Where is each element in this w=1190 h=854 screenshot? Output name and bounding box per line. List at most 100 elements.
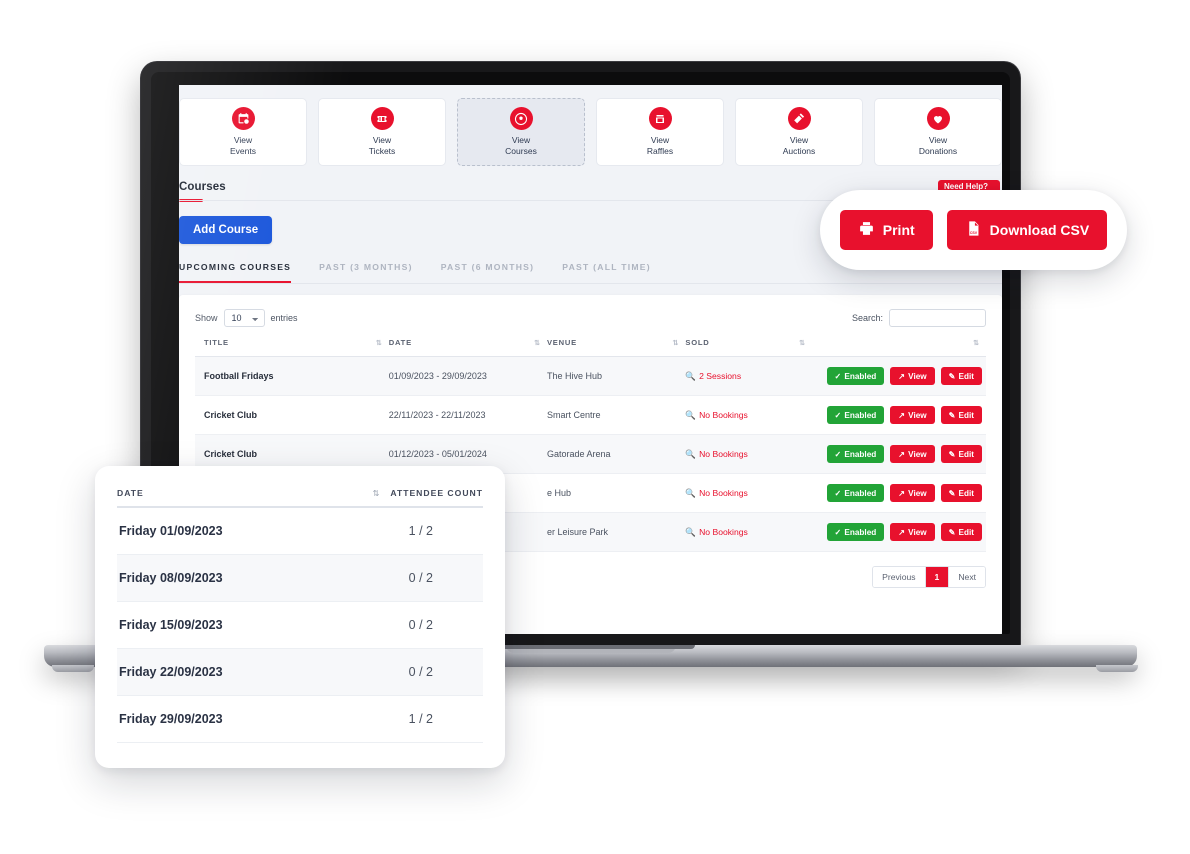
pagination-previous[interactable]: Previous (873, 567, 926, 587)
sort-icon-actions[interactable]: ⇅ (973, 339, 979, 347)
cell-date: 01/09/2023 - 29/09/2023 (388, 356, 547, 396)
view-button[interactable]: ↗ View (890, 523, 935, 541)
session-attendee-count: 0 / 2 (408, 618, 433, 632)
status-enabled-button[interactable]: ✓ Enabled (826, 484, 885, 502)
search-icon: 🔍 (685, 448, 697, 459)
tab-past-3-months[interactable]: PAST (3 MONTHS) (319, 262, 413, 283)
row-actions: ✓ Enabled ↗ View ✎ Edit (812, 367, 986, 385)
laptop-foot-right (1096, 665, 1138, 672)
sort-icon-attendee-count[interactable]: ⇅ (373, 489, 380, 498)
csv-file-icon: CSV (965, 220, 982, 240)
status-enabled-button[interactable]: ✓ Enabled (826, 445, 885, 463)
row-actions: ✓ Enabled ↗ View ✎ Edit (812, 445, 986, 463)
view-label: View (908, 371, 927, 381)
session-row[interactable]: Friday 01/09/2023 1 / 2 (117, 508, 483, 555)
check-circle-icon: ✓ (834, 372, 842, 381)
quicknav-line2: Events (230, 146, 256, 156)
edit-label: Edit (958, 449, 974, 459)
tab-past-all-time[interactable]: PAST (ALL TIME) (562, 262, 651, 283)
table-head: TITLE ⇅ DATE ⇅ VENUE ⇅ SOLD ⇅ ⇅ (195, 338, 986, 357)
search-input[interactable] (889, 309, 986, 327)
check-circle-icon: ✓ (834, 528, 842, 537)
add-course-button[interactable]: Add Course (179, 216, 273, 244)
show-label: Show (195, 313, 218, 323)
session-row[interactable]: Friday 22/09/2023 0 / 2 (117, 649, 483, 696)
session-row[interactable]: Friday 15/09/2023 0 / 2 (117, 602, 483, 649)
quicknav-line2: Courses (505, 146, 537, 156)
quicknav-card-courses[interactable]: View Courses (457, 98, 585, 166)
sold-label: 2 Sessions (699, 371, 742, 381)
pagination-page-1[interactable]: 1 (925, 567, 950, 587)
status-enabled-button[interactable]: ✓ Enabled (826, 367, 885, 385)
sessions-header: DATE ⇅ ATTENDEE COUNT (117, 466, 483, 508)
sort-icon-date[interactable]: ⇅ (534, 339, 540, 347)
session-row[interactable]: Friday 08/09/2023 0 / 2 (117, 555, 483, 602)
print-button[interactable]: Print (839, 210, 933, 250)
svg-text:CSV: CSV (970, 231, 978, 235)
sold-link[interactable]: 🔍 No Bookings (685, 449, 747, 460)
sold-link[interactable]: 🔍 No Bookings (685, 527, 747, 538)
cell-actions: ✓ Enabled ↗ View ✎ Edit (811, 356, 986, 396)
sold-link[interactable]: 🔍 2 Sessions (685, 371, 741, 382)
table-row[interactable]: Cricket Club 22/11/2023 - 22/11/2023 Sma… (195, 395, 986, 435)
row-actions: ✓ Enabled ↗ View ✎ Edit (812, 484, 986, 502)
search-control: Search: (852, 309, 986, 327)
edit-button[interactable]: ✎ Edit (940, 406, 982, 424)
edit-button[interactable]: ✎ Edit (940, 484, 982, 502)
view-button[interactable]: ↗ View (890, 445, 935, 463)
sort-icon-sold[interactable]: ⇅ (799, 339, 805, 347)
quicknav-label-courses: View Courses (505, 135, 537, 157)
table-controls: Show 10 25 50 100 entries Search (195, 309, 986, 327)
tab-past-6-months[interactable]: PAST (6 MONTHS) (441, 262, 535, 283)
sold-link[interactable]: 🔍 No Bookings (685, 410, 747, 421)
cell-actions: ✓ Enabled ↗ View ✎ Edit (811, 473, 986, 513)
edit-button[interactable]: ✎ Edit (940, 445, 982, 463)
quicknav-card-tickets[interactable]: View Tickets (318, 98, 446, 166)
download-csv-button[interactable]: CSV Download CSV (946, 210, 1108, 250)
pencil-icon: ✎ (948, 528, 956, 537)
view-label: View (908, 488, 927, 498)
sort-icon-venue[interactable]: ⇅ (673, 339, 679, 347)
edit-button[interactable]: ✎ Edit (940, 367, 982, 385)
column-header-date[interactable]: DATE ⇅ (388, 338, 547, 357)
edit-button[interactable]: ✎ Edit (940, 523, 982, 541)
edit-label: Edit (958, 410, 974, 420)
pencil-icon: ✎ (948, 372, 956, 381)
table-row[interactable]: Football Fridays 01/09/2023 - 29/09/2023… (195, 356, 986, 396)
cell-venue: The Hive Hub (546, 356, 686, 396)
quicknav-card-raffles[interactable]: View Raffles (596, 98, 724, 166)
quicknav-line1: View (789, 135, 809, 145)
session-date: Friday 08/09/2023 (119, 571, 223, 585)
row-actions: ✓ Enabled ↗ View ✎ Edit (812, 523, 986, 541)
entries-label: entries (270, 313, 298, 323)
sold-link[interactable]: 🔍 No Bookings (685, 488, 747, 499)
view-button[interactable]: ↗ View (890, 406, 935, 424)
pencil-icon: ✎ (948, 489, 956, 498)
quicknav-card-events[interactable]: View Events (179, 98, 307, 166)
quicknav-card-donations[interactable]: View Donations (874, 98, 1002, 166)
pencil-icon: ✎ (948, 450, 956, 459)
calendar-event-icon (231, 107, 255, 130)
status-enabled-button[interactable]: ✓ Enabled (826, 406, 885, 424)
quicknav-card-auctions[interactable]: View Auctions (735, 98, 863, 166)
quicknav-line2: Raffles (646, 146, 674, 156)
check-circle-icon: ✓ (834, 411, 842, 420)
pagination-next[interactable]: Next (949, 567, 985, 587)
quicknav-line2: Auctions (782, 146, 816, 156)
column-header-title[interactable]: TITLE ⇅ (195, 338, 389, 357)
view-button[interactable]: ↗ View (890, 484, 935, 502)
cell-sold: 🔍 No Bookings (685, 512, 812, 552)
tab-upcoming-courses[interactable]: UPCOMING COURSES (179, 262, 292, 283)
view-button[interactable]: ↗ View (890, 367, 935, 385)
status-label: Enabled (844, 527, 877, 537)
column-header-venue[interactable]: VENUE ⇅ (546, 338, 686, 357)
sort-icon-title[interactable]: ⇅ (376, 339, 382, 347)
row-actions: ✓ Enabled ↗ View ✎ Edit (812, 406, 986, 424)
status-enabled-button[interactable]: ✓ Enabled (826, 523, 885, 541)
column-header-sold[interactable]: SOLD ⇅ (685, 338, 812, 357)
pagination-group: Previous 1 Next (872, 566, 986, 588)
page-size-select[interactable]: 10 25 50 100 (223, 309, 265, 327)
quicknav-line1: View (650, 135, 670, 145)
external-link-icon: ↗ (898, 489, 906, 498)
session-row[interactable]: Friday 29/09/2023 1 / 2 (117, 696, 483, 743)
